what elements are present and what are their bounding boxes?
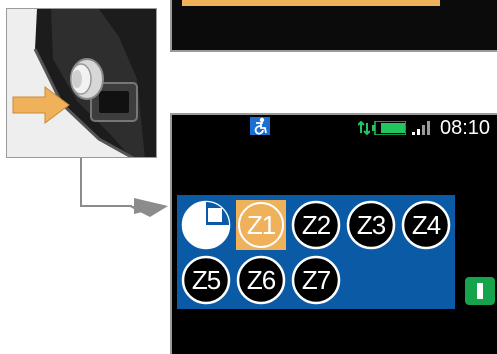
side-action-button[interactable] (465, 277, 495, 305)
accessibility-icon (250, 117, 270, 135)
stop-mode-icon (181, 200, 231, 250)
signal-icon (412, 121, 430, 135)
zone-button-z7[interactable]: Z7 (291, 255, 341, 305)
device-port-photo (6, 8, 157, 158)
pause-bar-icon (477, 283, 483, 299)
zone-selection-screen: 08:10 Z1 Z2 Z3 Z4 Z5 Z6 Z7 (170, 113, 497, 354)
zone-button-z3[interactable]: Z3 (346, 200, 396, 250)
zone-button-z4[interactable]: Z4 (401, 200, 451, 250)
zone-label: Z7 (301, 265, 331, 295)
usb-port-illustration (7, 9, 156, 157)
connector-horizontal-line (80, 205, 132, 207)
mode-stop-button[interactable] (181, 200, 231, 250)
zone-label: Z5 (191, 265, 221, 295)
zone-button-z6[interactable]: Z6 (236, 255, 286, 305)
zone-label: Z2 (301, 210, 331, 240)
zone-button-z2[interactable]: Z2 (291, 200, 341, 250)
zone-button-z1[interactable]: Z1 (236, 200, 286, 250)
previous-screen-highlight-bar (182, 0, 440, 6)
zone-label: Z6 (246, 265, 276, 295)
status-time: 08:10 (440, 117, 491, 139)
connector-vertical-line (80, 158, 82, 206)
data-arrows-icon (358, 121, 370, 135)
zone-label: Z4 (411, 210, 441, 240)
zone-label: Z3 (356, 210, 386, 240)
zone-label: Z1 (246, 210, 276, 240)
connector-arrowhead-icon (128, 195, 168, 217)
zone-button-z5[interactable]: Z5 (181, 255, 231, 305)
battery-icon (372, 121, 406, 135)
zone-panel: Z1 Z2 Z3 Z4 Z5 Z6 Z7 (177, 195, 455, 309)
previous-screen (170, 0, 497, 52)
